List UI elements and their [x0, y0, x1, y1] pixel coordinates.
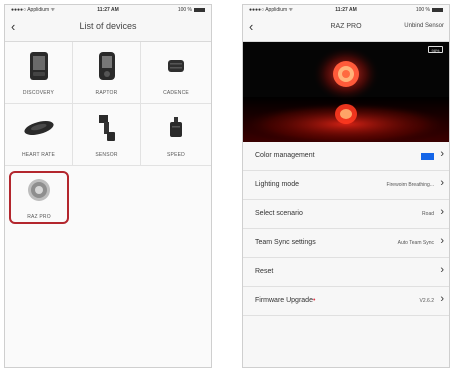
page-title: List of devices [79, 21, 137, 31]
reset-row[interactable]: Reset › [243, 258, 449, 287]
row-label: Select scenario [255, 210, 303, 217]
settings-list: Color management › Lighting mode Firewoi… [243, 142, 449, 367]
row-label: Firmware Upgrade• [255, 297, 315, 304]
device-grid: DISCOVERY RAPTOR CADENCE HEART RATE SENS… [5, 42, 211, 367]
battery-icon [432, 8, 443, 12]
device-tile-speed[interactable]: SPEED [141, 104, 211, 166]
row-label-text: Firmware Upgrade [255, 297, 313, 304]
row-label: Team Sync settings [255, 239, 316, 246]
battery-icon [194, 8, 205, 12]
device-label: RAZ PRO [27, 214, 51, 220]
device-photo: 98% [243, 42, 449, 142]
chevron-right-icon: › [440, 177, 444, 189]
device-tile-discovery[interactable]: DISCOVERY [5, 42, 73, 104]
row-value: Firewoirn Breathing... [386, 182, 434, 188]
device-tile-heart-rate[interactable]: HEART RATE [5, 104, 73, 166]
chevron-right-icon: › [440, 293, 444, 305]
bike-light-icon [5, 174, 73, 206]
device-label: DISCOVERY [22, 90, 55, 96]
bike-light-photo [243, 42, 449, 142]
device-label: CADENCE [163, 90, 189, 96]
speed-sensor-icon [141, 112, 211, 144]
row-label: Lighting mode [255, 181, 299, 188]
device-tile-sensor[interactable]: SENSOR [73, 104, 141, 166]
cadence-sensor-icon [141, 50, 211, 82]
team-sync-settings-row[interactable]: Team Sync settings Auto Team Sync › [243, 229, 449, 258]
lighting-mode-row[interactable]: Lighting mode Firewoirn Breathing... › [243, 171, 449, 200]
chevron-right-icon: › [440, 235, 444, 247]
color-management-row[interactable]: Color management › [243, 142, 449, 171]
row-label: Reset [255, 268, 274, 275]
device-tile-raz-pro[interactable]: RAZ PRO [5, 166, 73, 228]
row-value: Auto Team Sync [397, 240, 434, 246]
chevron-right-icon: › [440, 264, 444, 276]
row-label: Color management [255, 152, 315, 159]
gps-device-icon [5, 50, 72, 82]
device-tile-cadence[interactable]: CADENCE [141, 42, 211, 104]
sensor-mount-icon [73, 112, 140, 144]
device-label: SENSOR [95, 152, 118, 158]
gps-device-icon [73, 50, 140, 82]
battery-indicator: 100 % [416, 7, 443, 13]
firmware-upgrade-row[interactable]: Firmware Upgrade• V2.6.2 › [243, 287, 449, 316]
device-tile-raptor[interactable]: RAPTOR [73, 42, 141, 104]
status-bar: ●●●●○ Applidium ᯤ 11:27 AM 100 % [243, 5, 449, 14]
device-detail-screen: ●●●●○ Applidium ᯤ 11:27 AM 100 % ‹ RAZ P… [242, 4, 450, 368]
battery-indicator: 100 % [178, 7, 205, 13]
row-value: Road [422, 211, 434, 217]
color-swatch [421, 153, 434, 160]
device-list-screen: ●●●●○ Applidium ᯤ 11:27 AM 100 % ‹ List … [4, 4, 212, 368]
heart-rate-strap-icon [5, 112, 72, 144]
chevron-right-icon: › [440, 148, 444, 160]
device-label: RAPTOR [95, 90, 118, 96]
chevron-right-icon: › [440, 206, 444, 218]
device-label: HEART RATE [21, 152, 56, 158]
select-scenario-row[interactable]: Select scenario Road › [243, 200, 449, 229]
unbind-sensor-button[interactable]: Unbind Sensor [404, 23, 444, 29]
update-badge: • [312, 297, 316, 304]
device-label: SPEED [167, 152, 185, 158]
row-value: V2.6.2 [419, 298, 434, 304]
battery-percent: 100 % [177, 7, 192, 13]
nav-bar: ‹ RAZ PRO Unbind Sensor [243, 14, 449, 42]
nav-bar: ‹ List of devices [5, 14, 211, 42]
status-bar: ●●●●○ Applidium ᯤ 11:27 AM 100 % [5, 5, 211, 14]
device-battery-badge: 98% [428, 46, 443, 53]
battery-percent: 100 % [415, 7, 430, 13]
